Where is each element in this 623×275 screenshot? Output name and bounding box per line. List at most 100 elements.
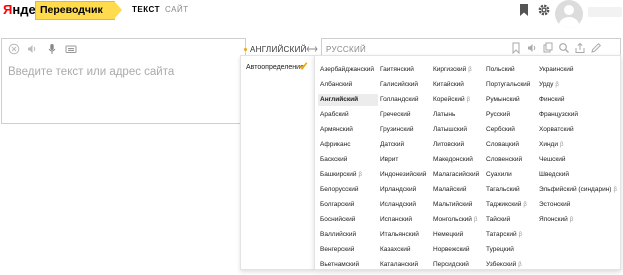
edit-icon[interactable] (590, 42, 602, 54)
language-option[interactable]: Турецкий (484, 244, 514, 256)
language-option[interactable]: Итальянский (378, 229, 419, 241)
language-option[interactable]: Азербайджанский (318, 64, 374, 76)
language-option[interactable]: Китайский (431, 79, 464, 91)
autodetect-option[interactable]: Автоопределение (246, 64, 304, 71)
language-option[interactable]: Иврит (378, 154, 398, 166)
language-option[interactable]: Таджикский β (484, 199, 527, 211)
language-option[interactable]: Ирландский (378, 184, 416, 196)
language-option[interactable]: Французский (537, 109, 578, 121)
language-option[interactable]: Хорватский (537, 124, 574, 136)
language-option[interactable]: Испанский (378, 214, 412, 226)
language-option[interactable]: Немецкий (431, 229, 463, 241)
bookmark-icon[interactable] (517, 3, 531, 17)
language-option[interactable]: Вьетнамский (318, 259, 359, 271)
language-option[interactable]: Норвежский (431, 244, 470, 256)
language-option[interactable]: Японский β (537, 214, 573, 226)
service-badge[interactable]: Переводчик (35, 1, 123, 20)
language-option[interactable]: Грузинский (378, 124, 414, 136)
language-option[interactable]: Хинди β (537, 139, 563, 151)
source-language-selector[interactable]: АНГЛИЙСКИЙ (244, 45, 307, 54)
language-option[interactable]: Латынь (431, 109, 455, 121)
language-option[interactable]: Португальский (484, 79, 530, 91)
language-option[interactable]: Эльфийский (синдарин) β (537, 184, 617, 196)
beta-badge: β (559, 142, 564, 148)
language-option[interactable]: Тагальский (484, 184, 520, 196)
copy-icon[interactable] (542, 42, 554, 54)
language-option[interactable]: Финский (537, 94, 565, 106)
language-option[interactable]: Галисийский (378, 79, 418, 91)
language-option[interactable]: Македонский (431, 154, 473, 166)
source-language-label: АНГЛИЙСКИЙ (250, 45, 307, 54)
language-option[interactable]: Чешский (537, 154, 566, 166)
language-dropdown: Азербайджанский Албанский Английский Ара… (314, 55, 621, 270)
language-option[interactable]: Урду β (537, 79, 559, 91)
language-option[interactable]: Татарский β (484, 229, 522, 241)
language-option[interactable]: Гаитянский (378, 64, 414, 76)
language-option[interactable]: Литовский (431, 139, 464, 151)
language-option[interactable]: Словенский (484, 154, 522, 166)
tab-site[interactable]: САЙТ (165, 5, 189, 14)
language-option[interactable]: Корейский β (431, 94, 470, 106)
language-option[interactable]: Датский (378, 139, 404, 151)
language-option[interactable]: Болгарский (318, 199, 354, 211)
source-panel[interactable]: Введите текст или адрес сайта (1, 38, 246, 124)
language-option[interactable]: Албанский (318, 79, 352, 91)
user-name-placeholder[interactable] (588, 7, 622, 17)
language-option[interactable]: Румынский (484, 94, 520, 106)
language-option-selected[interactable]: Английский (318, 94, 378, 106)
language-option[interactable]: Голландский (378, 94, 419, 106)
gear-icon[interactable] (537, 3, 551, 17)
speaker-icon[interactable] (26, 43, 38, 55)
language-option[interactable]: Узбекский β (484, 259, 522, 271)
language-option[interactable]: Киргизский β (431, 64, 472, 76)
language-option[interactable]: Монгольский β (431, 214, 477, 226)
language-option[interactable]: Малайский (431, 184, 467, 196)
language-option[interactable]: Армянский (318, 124, 353, 136)
language-option[interactable]: Боснийский (318, 214, 355, 226)
beta-badge: β (518, 232, 523, 238)
language-option[interactable]: Польский (484, 64, 515, 76)
tab-text[interactable]: ТЕКСТ (132, 5, 160, 14)
microphone-icon[interactable] (46, 43, 58, 55)
target-language-selector[interactable]: РУССКИЙ (326, 45, 366, 54)
language-option[interactable]: Казахский (378, 244, 410, 256)
swap-languages-icon[interactable] (306, 43, 318, 55)
language-option[interactable]: Персидский (431, 259, 469, 271)
language-option[interactable]: Суахили (484, 169, 512, 181)
language-option[interactable]: Исландский (378, 199, 416, 211)
language-option[interactable]: Сербский (484, 124, 515, 136)
bookmark-icon[interactable] (510, 42, 522, 54)
beta-badge: β (569, 217, 574, 223)
speaker-icon[interactable] (526, 42, 538, 54)
language-option[interactable]: Башкирский β (318, 169, 362, 181)
language-option[interactable]: Венгерский (318, 244, 354, 256)
clear-icon[interactable] (8, 43, 20, 55)
language-option[interactable]: Арабский (318, 109, 349, 121)
language-option[interactable]: Украинский (537, 64, 574, 76)
language-option[interactable]: Малагасийский (431, 169, 479, 181)
search-icon[interactable] (558, 42, 570, 54)
language-option[interactable]: Африканс (318, 139, 350, 151)
language-option[interactable]: Греческий (378, 109, 411, 121)
language-option[interactable]: Мальтийский (431, 199, 472, 211)
language-option[interactable]: Эстонский (537, 199, 570, 211)
language-option[interactable]: Каталанский (378, 259, 418, 271)
service-name: Переводчик (40, 4, 103, 16)
language-option[interactable]: Индонезийский (378, 169, 426, 181)
autodetect-column: Автоопределение (240, 55, 314, 270)
language-option[interactable]: Шведский (537, 169, 569, 181)
beta-badge: β (468, 67, 472, 73)
keyboard-icon[interactable] (65, 43, 77, 55)
language-option[interactable]: Валлийский (318, 229, 356, 241)
language-option[interactable]: Белорусский (318, 184, 358, 196)
language-option[interactable]: Русский (484, 109, 510, 121)
language-option[interactable]: Баскский (318, 154, 347, 166)
language-option[interactable]: Словацкий (484, 139, 519, 151)
header: Яндекс Переводчик ТЕКСТ САЙТ (0, 0, 623, 28)
beta-badge: β (518, 262, 522, 268)
beta-badge: β (613, 187, 617, 193)
avatar[interactable] (555, 0, 583, 28)
language-option[interactable]: Тайский (484, 214, 510, 226)
language-option[interactable]: Латышский (431, 124, 467, 136)
share-icon[interactable] (574, 42, 586, 54)
